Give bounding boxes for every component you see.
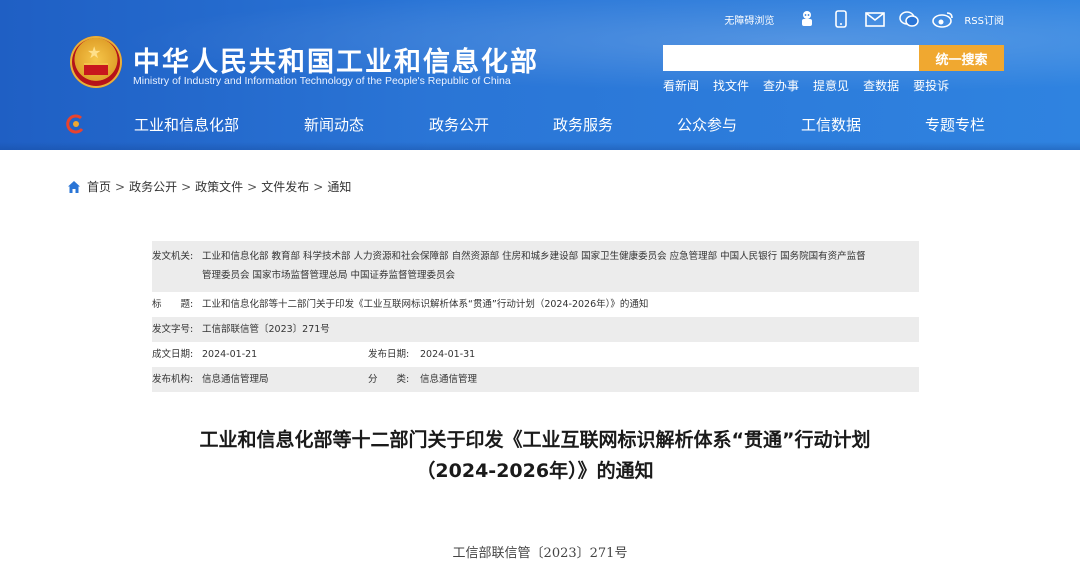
date-label: 成文日期: — [152, 349, 194, 360]
nav-item-data[interactable]: 工信数据 — [801, 114, 861, 135]
meta-row-title: 标 题: 工业和信息化部等十二部门关于印发《工业互联网标识解析体系“贯通”行动计… — [152, 292, 919, 317]
issuer-value-line1: 工业和信息化部 教育部 科学技术部 人力资源和社会保障部 自然资源部 住房和城乡… — [202, 251, 866, 262]
search-button[interactable]: 统一搜索 — [919, 45, 1004, 71]
category-label: 分 类: — [368, 374, 410, 385]
national-emblem-icon: ★ — [70, 36, 122, 88]
nav-item-news[interactable]: 新闻动态 — [304, 114, 364, 135]
search-input[interactable] — [663, 45, 919, 71]
mail-icon[interactable] — [864, 10, 886, 28]
date-value: 2024-01-21 — [202, 349, 258, 360]
meta-row-org: 发布机构: 信息通信管理局 分 类: 信息通信管理 — [152, 367, 919, 392]
title-value: 工业和信息化部等十二部门关于印发《工业互联网标识解析体系“贯通”行动计划（202… — [202, 299, 649, 310]
breadcrumb-gov-open[interactable]: 政务公开 — [129, 178, 177, 195]
rss-link[interactable]: RSS订阅 — [964, 12, 1004, 27]
quick-link-services[interactable]: 查办事 — [763, 77, 799, 94]
site-title[interactable]: 中华人民共和国工业和信息化部 — [133, 40, 539, 79]
title-label: 标 题: — [152, 299, 194, 310]
breadcrumb-file-release[interactable]: 文件发布 — [261, 178, 309, 195]
document-number: 工信部联信管〔2023〕271号 — [452, 546, 628, 561]
quick-link-feedback[interactable]: 提意见 — [813, 77, 849, 94]
issuer-label: 发文机关: — [152, 251, 194, 262]
weibo-icon[interactable] — [932, 10, 954, 28]
org-value: 信息通信管理局 — [202, 374, 269, 385]
nav-item-participation[interactable]: 公众参与 — [677, 114, 737, 135]
quick-link-news[interactable]: 看新闻 — [663, 77, 699, 94]
top-links: 无障碍浏览 RSS订阅 — [724, 10, 1004, 28]
home-logo-icon[interactable] — [66, 114, 86, 134]
document-title-line2: （2024-2026年）》的通知 — [416, 460, 654, 482]
home-icon — [68, 180, 80, 193]
robot-icon[interactable] — [796, 10, 818, 28]
site-subtitle: Ministry of Industry and Information Tec… — [133, 75, 511, 87]
quick-link-data[interactable]: 查数据 — [863, 77, 899, 94]
pub-date-label: 发布日期: — [368, 349, 410, 360]
site-header: ★ 中华人民共和国工业和信息化部 Ministry of Industry an… — [0, 0, 1080, 150]
document-meta-table: 发文机关: 工业和信息化部 教育部 科学技术部 人力资源和社会保障部 自然资源部… — [152, 241, 919, 392]
breadcrumb-notice[interactable]: 通知 — [327, 178, 351, 195]
category-value: 信息通信管理 — [420, 374, 478, 385]
breadcrumb-separator: > — [181, 179, 192, 194]
docno-label: 发文字号: — [152, 324, 194, 335]
search-bar: 统一搜索 — [663, 45, 1004, 71]
mobile-icon[interactable] — [830, 10, 852, 28]
nav-item-topics[interactable]: 专题专栏 — [925, 114, 985, 135]
breadcrumb: 首页 > 政务公开 > 政策文件 > 文件发布 > 通知 — [67, 178, 351, 195]
pub-date-value: 2024-01-31 — [420, 349, 476, 360]
wechat-icon[interactable] — [898, 10, 920, 28]
docno-value: 工信部联信管〔2023〕271号 — [202, 324, 330, 335]
meta-row-dates: 成文日期: 2024-01-21 发布日期: 2024-01-31 — [152, 342, 919, 367]
quick-links: 看新闻 找文件 查办事 提意见 查数据 要投诉 — [663, 77, 963, 94]
main-nav: 工业和信息化部 新闻动态 政务公开 政务服务 公众参与 工信数据 专题专栏 — [0, 108, 1080, 142]
nav-item-gov-service[interactable]: 政务服务 — [553, 114, 613, 135]
nav-item-ministry[interactable]: 工业和信息化部 — [134, 114, 239, 135]
quick-link-complaint[interactable]: 要投诉 — [913, 77, 949, 94]
accessibility-link[interactable]: 无障碍浏览 — [724, 12, 774, 27]
document-title-line1: 工业和信息化部等十二部门关于印发《工业互联网标识解析体系“贯通”行动计划 — [199, 429, 871, 451]
org-label: 发布机构: — [152, 374, 194, 385]
breadcrumb-separator: > — [313, 179, 324, 194]
breadcrumb-policy-files[interactable]: 政策文件 — [195, 178, 243, 195]
document-title: 工业和信息化部等十二部门关于印发《工业互联网标识解析体系“贯通”行动计划 （20… — [150, 425, 920, 487]
breadcrumb-separator: > — [247, 179, 258, 194]
breadcrumb-separator: > — [115, 179, 126, 194]
breadcrumb-home[interactable]: 首页 — [87, 178, 111, 195]
meta-row-issuer: 发文机关: 工业和信息化部 教育部 科学技术部 人力资源和社会保障部 自然资源部… — [152, 241, 919, 292]
quick-link-files[interactable]: 找文件 — [713, 77, 749, 94]
nav-item-gov-open[interactable]: 政务公开 — [429, 114, 489, 135]
issuer-value-line2: 管理委员会 国家市场监督管理总局 中国证券监督管理委员会 — [202, 270, 456, 281]
meta-row-docno: 发文字号: 工信部联信管〔2023〕271号 — [152, 317, 919, 342]
